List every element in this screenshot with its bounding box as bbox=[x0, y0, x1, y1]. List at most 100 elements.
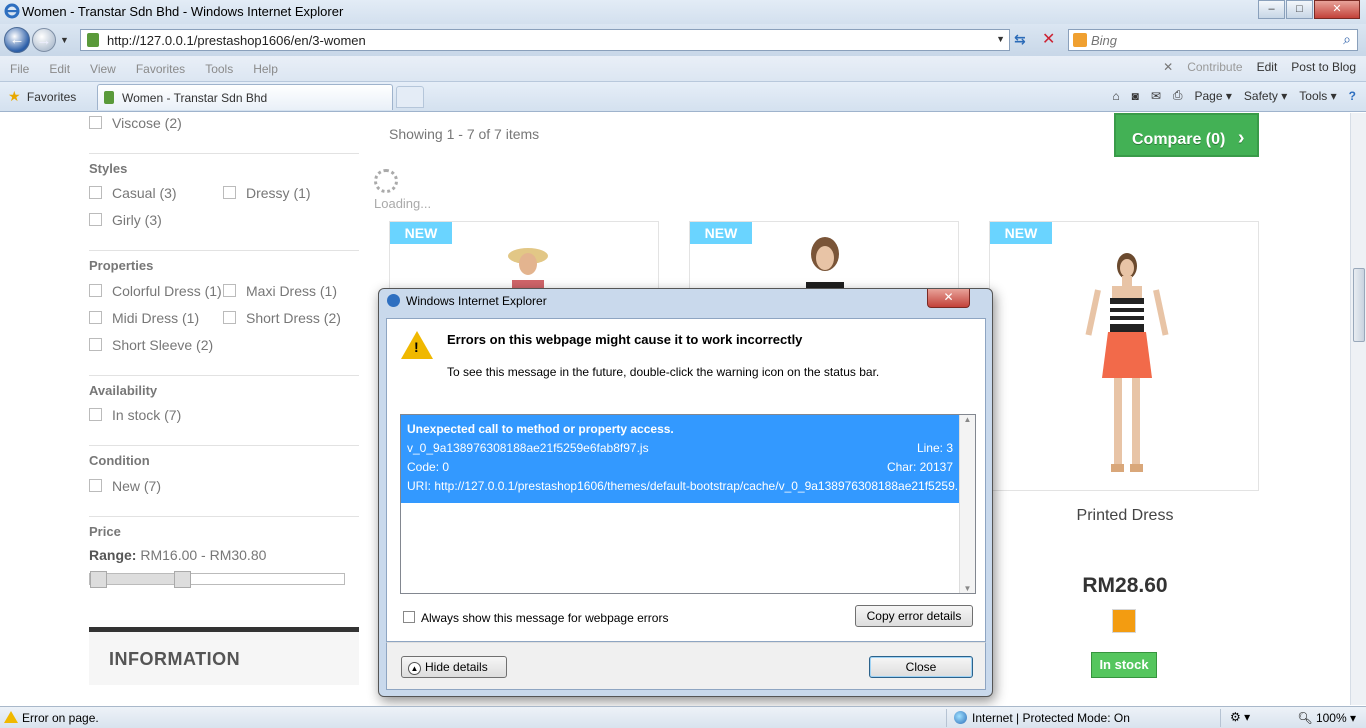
post-to-blog-button[interactable]: Post to Blog bbox=[1291, 60, 1356, 74]
menu-edit[interactable]: Edit bbox=[49, 62, 70, 76]
refresh-icon[interactable]: ⇆ bbox=[1014, 31, 1026, 48]
page-menu[interactable]: Page ▾ bbox=[1195, 89, 1232, 103]
product-name[interactable]: Printed Dress bbox=[1040, 507, 1210, 525]
zoom-icon: 🔍︎ bbox=[1297, 711, 1313, 725]
scrollbar-thumb[interactable] bbox=[1353, 268, 1365, 342]
address-bar[interactable]: http://127.0.0.1/prestashop1606/en/3-wom… bbox=[80, 29, 1010, 51]
product-image[interactable] bbox=[1072, 250, 1182, 482]
product-card[interactable]: NEW bbox=[989, 221, 1259, 491]
hide-details-button[interactable]: ▲ Hide details bbox=[401, 656, 507, 678]
checkbox[interactable] bbox=[89, 311, 102, 324]
dialog-body: ! Errors on this webpage might cause it … bbox=[386, 318, 986, 642]
back-button[interactable]: ← bbox=[4, 27, 30, 53]
error-entry-selected[interactable]: Unexpected call to method or property ac… bbox=[401, 415, 965, 503]
close-toolbar-icon[interactable]: ✕ bbox=[1163, 60, 1173, 74]
error-file: v_0_9a138976308188ae21f5259e6fab8f97.js bbox=[407, 441, 649, 455]
page-scrollbar[interactable] bbox=[1350, 113, 1366, 705]
dialog-close-button[interactable]: ✕ bbox=[927, 289, 970, 308]
security-zone[interactable]: Internet | Protected Mode: On bbox=[954, 711, 1130, 725]
error-char: Char: 20137 bbox=[886, 460, 953, 474]
scroll-down-icon[interactable]: ▼ bbox=[960, 584, 975, 593]
price-slider[interactable] bbox=[89, 571, 345, 588]
print-icon[interactable]: ⎙ bbox=[1173, 88, 1183, 103]
facet-price-title: Price bbox=[89, 524, 121, 539]
scroll-up-icon[interactable]: ▲ bbox=[960, 415, 975, 424]
dialog-close-action-button[interactable]: Close bbox=[869, 656, 973, 678]
filter-dressy[interactable]: Dressy (1) bbox=[223, 185, 311, 201]
menu-tools[interactable]: Tools bbox=[205, 62, 233, 76]
filter-viscose[interactable]: Viscose (2) bbox=[89, 115, 182, 131]
status-warning-icon[interactable] bbox=[4, 711, 18, 723]
copy-error-details-button[interactable]: Copy error details bbox=[855, 605, 973, 627]
address-dropdown-icon[interactable]: ▼ bbox=[996, 34, 1005, 44]
filter-girly[interactable]: Girly (3) bbox=[89, 212, 162, 228]
search-box[interactable]: ⌕ bbox=[1068, 29, 1358, 51]
filter-colorful-dress[interactable]: Colorful Dress (1) bbox=[89, 283, 222, 299]
ie-logo-icon bbox=[4, 3, 20, 19]
checkbox[interactable] bbox=[89, 338, 102, 351]
error-details-list[interactable]: Unexpected call to method or property ac… bbox=[400, 414, 976, 594]
information-block: INFORMATION bbox=[89, 627, 359, 685]
checkbox[interactable] bbox=[89, 186, 102, 199]
safety-menu[interactable]: Safety ▾ bbox=[1244, 89, 1287, 103]
favorites-button[interactable]: ★ Favorites bbox=[8, 88, 76, 105]
error-list-scrollbar[interactable]: ▲ ▼ bbox=[959, 415, 975, 593]
settings-icon[interactable]: ⚙ ▾ bbox=[1230, 710, 1250, 724]
tools-menu[interactable]: Tools ▾ bbox=[1299, 89, 1336, 103]
menu-help[interactable]: Help bbox=[253, 62, 278, 76]
always-show-option[interactable]: Always show this message for webpage err… bbox=[403, 611, 668, 625]
filter-short-dress[interactable]: Short Dress (2) bbox=[223, 310, 341, 326]
search-input[interactable] bbox=[1091, 32, 1321, 48]
checkbox[interactable] bbox=[223, 311, 236, 324]
recent-pages-dropdown-icon[interactable]: ▼ bbox=[60, 35, 69, 45]
new-badge: NEW bbox=[390, 222, 452, 244]
contribute-button[interactable]: Contribute bbox=[1187, 60, 1242, 74]
address-toolbar: ← → ▼ http://127.0.0.1/prestashop1606/en… bbox=[0, 24, 1366, 56]
color-swatch[interactable] bbox=[1112, 609, 1136, 633]
compare-button[interactable]: Compare (0) › bbox=[1114, 113, 1259, 157]
site-favicon-icon bbox=[87, 33, 99, 47]
checkbox[interactable] bbox=[89, 408, 102, 421]
filter-short-sleeve[interactable]: Short Sleeve (2) bbox=[89, 337, 213, 353]
favorites-bar: ★ Favorites Women - Transtar Sdn Bhd ⌂ ◙… bbox=[0, 82, 1366, 112]
menu-view[interactable]: View bbox=[90, 62, 116, 76]
loading-spinner-icon bbox=[374, 169, 398, 193]
filter-maxi-dress[interactable]: Maxi Dress (1) bbox=[223, 283, 337, 299]
checkbox[interactable] bbox=[89, 479, 102, 492]
tab-women[interactable]: Women - Transtar Sdn Bhd bbox=[97, 84, 393, 110]
error-line: Line: 3 bbox=[916, 441, 953, 455]
minimize-button[interactable]: – bbox=[1258, 0, 1285, 19]
help-icon[interactable]: ? bbox=[1349, 89, 1356, 103]
tab-favicon-icon bbox=[104, 91, 114, 104]
menu-file[interactable]: File bbox=[10, 62, 29, 76]
feeds-icon[interactable]: ◙ bbox=[1132, 89, 1139, 103]
checkbox[interactable] bbox=[89, 213, 102, 226]
filter-in-stock[interactable]: In stock (7) bbox=[89, 407, 181, 423]
price-slider-min-handle[interactable] bbox=[90, 571, 107, 588]
filter-new[interactable]: New (7) bbox=[89, 478, 161, 494]
price-slider-max-handle[interactable] bbox=[173, 571, 191, 588]
facet-properties-title: Properties bbox=[89, 258, 154, 273]
search-go-icon[interactable]: ⌕ bbox=[1343, 31, 1351, 48]
checkbox[interactable] bbox=[223, 284, 236, 297]
always-show-checkbox[interactable] bbox=[403, 611, 415, 623]
maximize-button[interactable]: □ bbox=[1286, 0, 1313, 19]
status-error-text[interactable]: Error on page. bbox=[22, 711, 99, 725]
home-icon[interactable]: ⌂ bbox=[1112, 89, 1119, 103]
checkbox[interactable] bbox=[223, 186, 236, 199]
edit-button[interactable]: Edit bbox=[1257, 60, 1278, 74]
checkbox[interactable] bbox=[89, 284, 102, 297]
forward-button[interactable]: → bbox=[32, 28, 56, 52]
chevron-right-icon: › bbox=[1237, 127, 1245, 149]
zoom-level[interactable]: 🔍︎ 100% ▾ bbox=[1297, 711, 1356, 725]
stop-icon[interactable]: ✕ bbox=[1042, 29, 1055, 49]
window-close-button[interactable]: ✕ bbox=[1314, 0, 1360, 19]
filter-casual[interactable]: Casual (3) bbox=[89, 185, 177, 201]
checkbox[interactable] bbox=[89, 116, 102, 129]
address-url[interactable]: http://127.0.0.1/prestashop1606/en/3-wom… bbox=[107, 33, 366, 48]
menu-favorites[interactable]: Favorites bbox=[136, 62, 185, 76]
new-tab-button[interactable] bbox=[396, 86, 424, 108]
favorites-label: Favorites bbox=[26, 90, 77, 104]
mail-icon[interactable]: ✉ bbox=[1151, 89, 1161, 103]
filter-midi-dress[interactable]: Midi Dress (1) bbox=[89, 310, 199, 326]
